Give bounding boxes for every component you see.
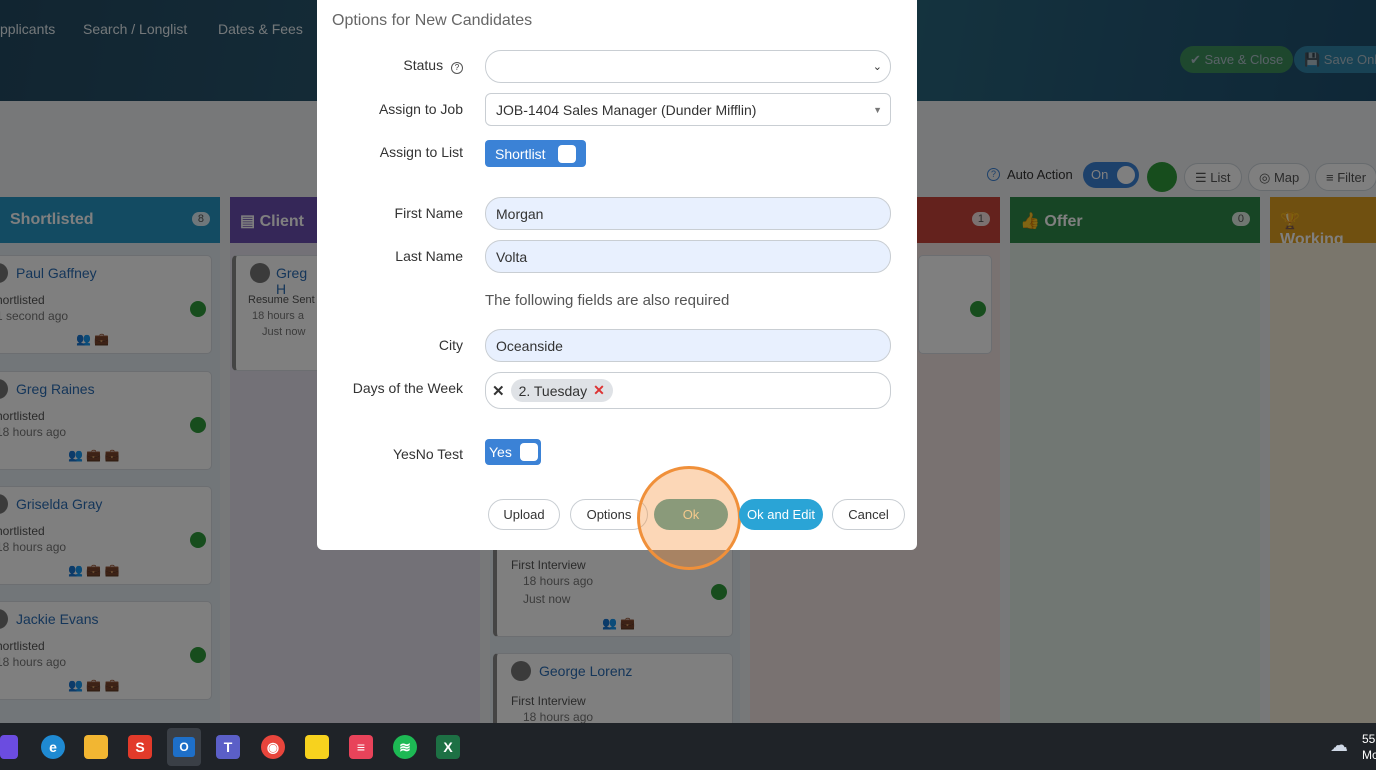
dialog-title: Options for New Candidates (332, 12, 533, 29)
copilot-icon[interactable] (0, 735, 18, 759)
status-select[interactable]: ⌄ (485, 50, 891, 83)
last-name-label: Last Name (395, 248, 463, 264)
first-name-label: First Name (394, 205, 463, 221)
caret-down-icon: ▼ (873, 104, 882, 115)
cancel-button[interactable]: Cancel (832, 499, 905, 530)
yesno-test-label: YesNo Test (392, 446, 463, 462)
city-label: City (438, 337, 463, 353)
selected-tag-label: 2. Tuesday (518, 382, 588, 399)
app-icon[interactable]: ≡ (349, 735, 373, 759)
edge-icon[interactable]: e (41, 735, 65, 759)
last-name-value: Volta (496, 248, 528, 265)
yesno-toggle-label: Yes (489, 444, 512, 460)
spotify-icon[interactable]: ≋ (393, 735, 417, 759)
status-label-text: Status (403, 57, 444, 73)
new-candidate-options-dialog: Options for New Candidates Status ? ⌄ As… (317, 0, 917, 570)
assign-list-toggle[interactable]: Shortlist (485, 140, 586, 167)
taskbar: e S O T ◉ ≡ ≋ X ☁ 55 Mc (0, 723, 1376, 770)
days-of-week-label: Days of the Week (352, 380, 463, 396)
weather-icon[interactable]: ☁ (1330, 735, 1356, 757)
status-label: Status ? (403, 57, 463, 74)
toggle-knob (557, 144, 576, 163)
assign-list-toggle-label: Shortlist (495, 145, 546, 162)
city-value: Oceanside (496, 337, 563, 354)
tray-line1: 55 (1362, 732, 1376, 746)
ok-button[interactable]: Ok (654, 499, 728, 530)
city-field[interactable]: Oceanside (485, 329, 891, 362)
file-explorer-icon[interactable] (84, 735, 108, 759)
chevron-down-icon: ⌄ (872, 61, 882, 73)
assign-job-label: Assign to Job (378, 101, 463, 117)
first-name-value: Morgan (496, 205, 544, 222)
toggle-knob (519, 443, 538, 461)
tray-line2: Mc (1362, 748, 1376, 762)
clear-all-icon[interactable]: ✕ (492, 382, 505, 400)
yesno-test-toggle[interactable]: Yes (485, 439, 541, 465)
last-name-field[interactable]: Volta (485, 240, 891, 273)
assign-job-value: JOB-1404 Sales Manager (Dunder Mifflin) (496, 101, 757, 118)
upload-button[interactable]: Upload (488, 499, 560, 530)
tray-weather-text[interactable]: 55 Mc (1362, 731, 1376, 763)
teams-icon[interactable]: T (216, 735, 240, 759)
selected-tag: 2. Tuesday ✕ (510, 379, 613, 402)
assign-job-select[interactable]: JOB-1404 Sales Manager (Dunder Mifflin) … (485, 93, 891, 126)
days-of-week-multiselect[interactable]: ✕ 2. Tuesday ✕ (485, 372, 891, 409)
snagit-icon[interactable]: S (128, 735, 152, 759)
excel-icon[interactable]: X (436, 735, 460, 759)
help-icon[interactable]: ? (451, 62, 463, 74)
ok-and-edit-button[interactable]: Ok and Edit (739, 499, 823, 530)
first-name-field[interactable]: Morgan (485, 197, 891, 230)
outlook-icon[interactable]: O (167, 728, 201, 766)
sticky-notes-icon[interactable] (305, 735, 329, 759)
chrome-icon[interactable]: ◉ (261, 735, 285, 759)
required-fields-note: The following fields are also required (485, 292, 730, 309)
assign-list-label: Assign to List (379, 144, 463, 160)
remove-tag-icon[interactable]: ✕ (593, 382, 605, 399)
